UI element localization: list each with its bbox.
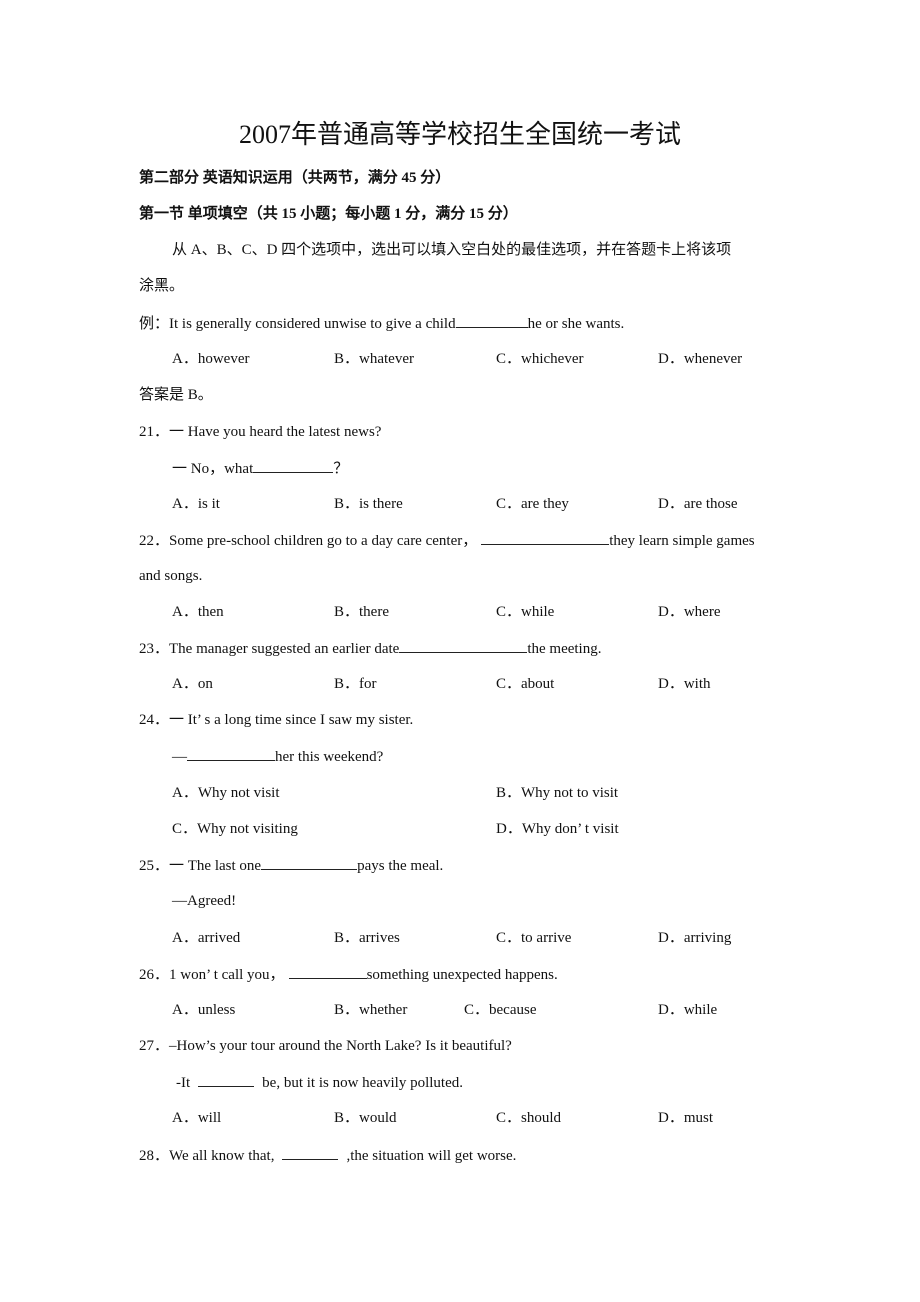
question-25-reply: —Agreed! xyxy=(172,893,237,909)
question-23: 23．The manager suggested an earlier date… xyxy=(139,638,601,659)
q25-option-b[interactable]: B．arrives xyxy=(334,928,400,948)
exam-title: 2007年普通高等学校招生全国统一考试 xyxy=(238,120,681,149)
q23-option-d[interactable]: D．with xyxy=(658,674,711,694)
example-option-a: A．however xyxy=(172,351,250,367)
answer-blank xyxy=(282,1145,339,1160)
q26-option-a[interactable]: A．unless xyxy=(172,1000,235,1020)
question-text: 一 Have you heard the latest news? xyxy=(169,424,382,440)
q21-option-a[interactable]: A．is it xyxy=(172,494,220,514)
question-24: 24．一 It’ s a long time since I saw my si… xyxy=(139,710,413,730)
question-25: 25．一 The last one pays the meal. xyxy=(139,855,443,876)
question-text: Some pre-school children go to a day car… xyxy=(169,533,478,549)
question-number: 22． xyxy=(139,533,170,549)
q22-option-c[interactable]: C．while xyxy=(496,602,554,622)
question-21: 21．一 Have you heard the latest news? xyxy=(139,422,381,442)
answer-blank xyxy=(288,964,367,979)
question-number: 21． xyxy=(139,424,170,440)
answer-blank xyxy=(399,638,528,653)
question-text-end: the meeting. xyxy=(527,641,602,657)
question-22-continued: and songs. xyxy=(139,568,203,584)
exam-page: 2007年普通高等学校招生全国统一考试 第二部分 英语知识运用（共两节，满分 4… xyxy=(0,0,920,1302)
q26-option-d[interactable]: D．while xyxy=(658,1000,717,1020)
reply-text: -It xyxy=(176,1075,191,1091)
example-question: 例：It is generally considered unwise to g… xyxy=(139,313,624,334)
q21-option-b[interactable]: B．is there xyxy=(334,494,403,514)
q24-option-b[interactable]: B．Why not to visit xyxy=(496,783,618,803)
q23-option-c[interactable]: C．about xyxy=(496,674,554,694)
reply-text: 一 No，what xyxy=(172,461,254,477)
question-27: 27．–How’s your tour around the North Lak… xyxy=(139,1036,512,1056)
q27-option-b[interactable]: B．would xyxy=(334,1108,397,1128)
q25-option-a[interactable]: A．arrived xyxy=(172,928,240,948)
instructions-line-2: 涂黑。 xyxy=(139,278,185,294)
q26-option-b[interactable]: B．whether xyxy=(334,1000,407,1020)
question-text-end: something unexpected happens. xyxy=(366,967,558,983)
answer-blank xyxy=(253,458,334,473)
q21-option-d[interactable]: D．are those xyxy=(658,494,738,514)
q22-option-a[interactable]: A．then xyxy=(172,602,224,622)
q24-option-c[interactable]: C．Why not visiting xyxy=(172,819,298,839)
q27-option-d[interactable]: D．must xyxy=(658,1108,713,1128)
q22-option-b[interactable]: B．there xyxy=(334,602,389,622)
question-24-reply: — her this weekend? xyxy=(172,746,383,767)
reply-text-end: ？ xyxy=(333,461,349,477)
question-number: 26． xyxy=(139,967,170,983)
q27-option-a[interactable]: A．will xyxy=(172,1108,221,1128)
answer-blank xyxy=(481,530,610,545)
question-text: 1 won’ t call you， xyxy=(169,967,285,983)
reply-text: — xyxy=(172,749,187,765)
example-option-d: D．whenever xyxy=(658,351,743,367)
question-28: 28．We all know that, ,the situation will … xyxy=(139,1145,516,1166)
q25-option-d[interactable]: D．arriving xyxy=(658,928,731,948)
question-text: –How’s your tour around the North Lake? … xyxy=(169,1038,512,1054)
question-text: 一 It’ s a long time since I saw my siste… xyxy=(169,712,414,728)
q22-option-d[interactable]: D．where xyxy=(658,602,720,622)
question-text-end: pays the meal. xyxy=(357,858,444,874)
question-number: 24． xyxy=(139,712,170,728)
question-27-reply: -It be, but it is now heavily polluted. xyxy=(176,1072,463,1093)
reply-text-end: be, but it is now heavily polluted. xyxy=(262,1075,463,1091)
example-text: 例：It is generally considered unwise to g… xyxy=(139,316,456,332)
question-26: 26．1 won’ t call you， something unexpecte… xyxy=(139,964,558,985)
question-number: 28． xyxy=(139,1148,170,1164)
q27-option-c[interactable]: C．should xyxy=(496,1108,561,1128)
q24-option-d[interactable]: D．Why don’ t visit xyxy=(496,819,619,839)
q26-option-c[interactable]: C．because xyxy=(464,1000,536,1020)
question-21-reply: 一 No，what ？ xyxy=(172,458,348,479)
answer-blank xyxy=(455,313,528,328)
question-text: 一 The last one xyxy=(169,858,262,874)
question-22: 22．Some pre-school children go to a day … xyxy=(139,530,755,551)
reply-text-end: her this weekend? xyxy=(275,749,384,765)
question-number: 25． xyxy=(139,858,170,874)
answer-blank xyxy=(261,855,358,870)
example-answer: 答案是 B。 xyxy=(139,387,213,403)
q23-option-b[interactable]: B．for xyxy=(334,674,377,694)
question-text: The manager suggested an earlier date xyxy=(169,641,400,657)
question-text-end: they learn simple games xyxy=(609,533,755,549)
instructions-line-1: 从 A、B、C、D 四个选项中，选出可以填入空白处的最佳选项，并在答题卡上将该项 xyxy=(172,242,732,258)
question-text-end: ,the situation will get worse. xyxy=(346,1148,517,1164)
q21-option-c[interactable]: C．are they xyxy=(496,494,569,514)
example-text-end: he or she wants. xyxy=(527,316,625,332)
example-option-c: C．whichever xyxy=(496,351,584,367)
part-heading: 第二部分 英语知识运用（共两节，满分 45 分） xyxy=(139,170,451,186)
question-number: 27． xyxy=(139,1038,170,1054)
q25-option-c[interactable]: C．to arrive xyxy=(496,928,571,948)
section-heading: 第一节 单项填空（共 15 小题；每小题 1 分，满分 15 分） xyxy=(139,206,518,222)
question-number: 23． xyxy=(139,641,170,657)
answer-blank xyxy=(198,1072,255,1087)
example-option-b: B．whatever xyxy=(334,351,414,367)
q23-option-a[interactable]: A．on xyxy=(172,674,213,694)
answer-blank xyxy=(187,746,275,761)
q24-option-a[interactable]: A．Why not visit xyxy=(172,783,280,803)
question-text: We all know that, xyxy=(169,1148,275,1164)
